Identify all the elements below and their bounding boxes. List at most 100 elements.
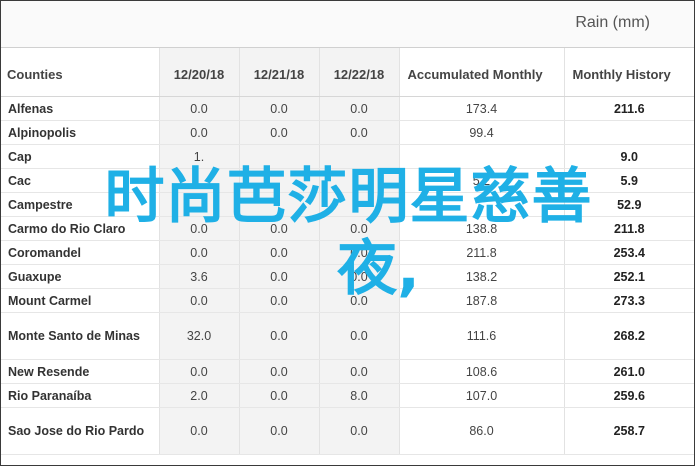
- county-cell: Cap: [1, 144, 159, 169]
- col-header-counties[interactable]: Counties: [1, 48, 159, 97]
- table-row[interactable]: Cac 5.2 5.9: [1, 168, 694, 193]
- date-2-cell: [238, 192, 319, 217]
- date-3-cell: [318, 168, 399, 193]
- county-cell: Mount Carmel: [1, 288, 159, 313]
- table-row[interactable]: Cap 1. 9.0: [1, 144, 694, 169]
- date-2-cell: 0.0: [238, 240, 319, 265]
- date-1-cell: 0.0: [158, 96, 239, 121]
- date-2-cell: 0.0: [238, 312, 319, 360]
- date-3-cell: 0.0: [318, 288, 399, 313]
- accumulated-cell: 86.0: [398, 407, 564, 455]
- county-cell: Carmo do Rio Claro: [1, 216, 159, 241]
- date-2-cell: 0.0: [238, 359, 319, 384]
- date-1-cell: 0.0: [158, 216, 239, 241]
- history-cell: 258.7: [563, 407, 694, 455]
- history-cell: 253.4: [563, 240, 694, 265]
- date-1-cell: 0.0: [158, 407, 239, 455]
- county-cell: Coromandel: [1, 240, 159, 265]
- table-row[interactable]: Sao Jose do Rio Pardo 0.0 0.0 0.0 86.0 258.7: [1, 407, 694, 455]
- accumulated-cell: [398, 144, 564, 169]
- history-cell: 9.0: [563, 144, 694, 169]
- county-cell: Alfenas: [1, 96, 159, 121]
- date-3-cell: 0.0: [318, 264, 399, 289]
- accumulated-cell: [398, 192, 564, 217]
- table-row[interactable]: Alpinopolis 0.0 0.0 0.0 99.4: [1, 120, 694, 145]
- date-2-cell: 0.0: [238, 383, 319, 408]
- table-row[interactable]: Mount Carmel 0.0 0.0 0.0 187.8 273.3: [1, 288, 694, 313]
- table-row[interactable]: Alfenas 0.0 0.0 0.0 173.4 211.6: [1, 96, 694, 121]
- date-1-cell: 1.: [158, 144, 239, 169]
- history-cell: 211.6: [563, 96, 694, 121]
- date-3-cell: [318, 192, 399, 217]
- accumulated-cell: 211.8: [398, 240, 564, 265]
- county-cell: Rio Paranaíba: [1, 383, 159, 408]
- date-3-cell: 0.0: [318, 359, 399, 384]
- accumulated-cell: 138.2: [398, 264, 564, 289]
- date-2-cell: [238, 144, 319, 169]
- county-cell: New Resende: [1, 359, 159, 384]
- date-1-cell: 0.0: [158, 240, 239, 265]
- data-table-window: Rain (mm) Counties 12/20/18 12/21/18 12/…: [0, 0, 695, 466]
- col-header-accumulated[interactable]: Accumulated Monthly: [398, 48, 564, 97]
- date-3-cell: 0.0: [318, 96, 399, 121]
- table-row[interactable]: Carmo do Rio Claro 0.0 0.0 0.0 138.8 211.8: [1, 216, 694, 241]
- date-2-cell: 0.0: [238, 407, 319, 455]
- date-3-cell: 8.0: [318, 383, 399, 408]
- date-3-cell: 0.0: [318, 240, 399, 265]
- accumulated-cell: 107.0: [398, 383, 564, 408]
- date-3-cell: 0.0: [318, 407, 399, 455]
- rainfall-table: Counties 12/20/18 12/21/18 12/22/18 Accu…: [1, 48, 694, 455]
- date-1-cell: 0.0: [158, 359, 239, 384]
- date-1-cell: 0.0: [158, 288, 239, 313]
- history-cell: 5.9: [563, 168, 694, 193]
- table-row[interactable]: Guaxupe 3.6 0.0 0.0 138.2 252.1: [1, 264, 694, 289]
- history-cell: [563, 120, 694, 145]
- date-2-cell: 0.0: [238, 288, 319, 313]
- accumulated-cell: 173.4: [398, 96, 564, 121]
- date-1-cell: [158, 192, 239, 217]
- history-cell: 259.6: [563, 383, 694, 408]
- date-3-cell: 0.0: [318, 120, 399, 145]
- date-2-cell: 0.0: [238, 264, 319, 289]
- county-cell: Monte Santo de Minas: [1, 312, 159, 360]
- col-header-history[interactable]: Monthly History: [563, 48, 694, 97]
- history-cell: 273.3: [563, 288, 694, 313]
- history-cell: 252.1: [563, 264, 694, 289]
- date-3-cell: 0.0: [318, 216, 399, 241]
- table-row[interactable]: New Resende 0.0 0.0 0.0 108.6 261.0: [1, 359, 694, 384]
- table-row[interactable]: Monte Santo de Minas 32.0 0.0 0.0 111.6 268.2: [1, 312, 694, 360]
- accumulated-cell: 5.2: [398, 168, 564, 193]
- accumulated-cell: 111.6: [398, 312, 564, 360]
- col-header-date-2[interactable]: 12/21/18: [238, 48, 319, 97]
- county-cell: Guaxupe: [1, 264, 159, 289]
- date-3-cell: 0.0: [318, 312, 399, 360]
- county-cell: Alpinopolis: [1, 120, 159, 145]
- date-2-cell: 0.0: [238, 96, 319, 121]
- accumulated-cell: 187.8: [398, 288, 564, 313]
- accumulated-cell: 138.8: [398, 216, 564, 241]
- date-1-cell: 0.0: [158, 120, 239, 145]
- county-cell: Campestre: [1, 192, 159, 217]
- table-row[interactable]: Rio Paranaíba 2.0 0.0 8.0 107.0 259.6: [1, 383, 694, 408]
- county-cell: Cac: [1, 168, 159, 193]
- date-2-cell: 0.0: [238, 120, 319, 145]
- table-title: Rain (mm): [575, 14, 650, 31]
- date-2-cell: [238, 168, 319, 193]
- history-cell: 52.9: [563, 192, 694, 217]
- county-cell: Sao Jose do Rio Pardo: [1, 407, 159, 455]
- history-cell: 261.0: [563, 359, 694, 384]
- table-row[interactable]: Campestre 52.9: [1, 192, 694, 217]
- date-2-cell: 0.0: [238, 216, 319, 241]
- col-header-date-3[interactable]: 12/22/18: [318, 48, 399, 97]
- date-1-cell: [158, 168, 239, 193]
- col-header-date-1[interactable]: 12/20/18: [158, 48, 239, 97]
- date-1-cell: 3.6: [158, 264, 239, 289]
- date-3-cell: [318, 144, 399, 169]
- accumulated-cell: 99.4: [398, 120, 564, 145]
- table-row[interactable]: Coromandel 0.0 0.0 0.0 211.8 253.4: [1, 240, 694, 265]
- table-header-row: Counties 12/20/18 12/21/18 12/22/18 Accu…: [1, 48, 694, 97]
- history-cell: 268.2: [563, 312, 694, 360]
- date-1-cell: 2.0: [158, 383, 239, 408]
- history-cell: 211.8: [563, 216, 694, 241]
- accumulated-cell: 108.6: [398, 359, 564, 384]
